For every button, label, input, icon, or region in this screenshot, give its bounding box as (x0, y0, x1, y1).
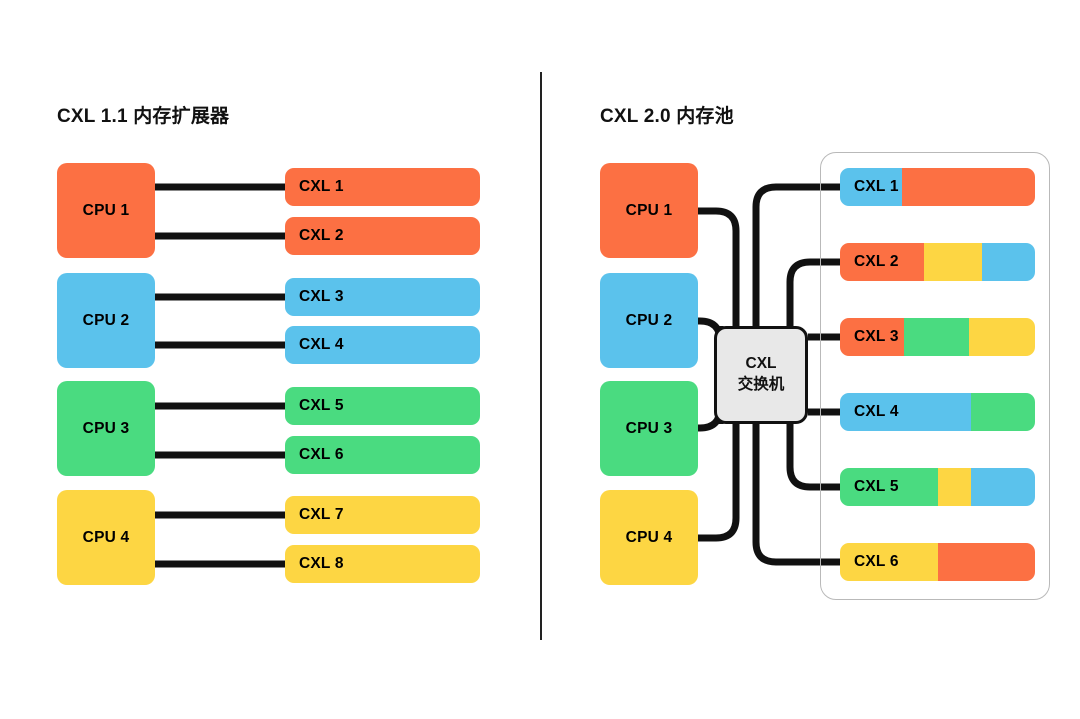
pool-cxl-device-2-segment-1 (840, 243, 924, 281)
left-cpu-box-4[interactable]: CPU 4 (57, 490, 155, 585)
pool-cxl-device-4-segment-2 (970, 393, 1035, 431)
pool-cxl-device-5-segment-1 (840, 468, 938, 506)
pool-cxl-device-3[interactable]: CXL 3 (840, 318, 1035, 356)
pool-cxl-device-3-segment-1 (840, 318, 905, 356)
left-cpu-box-3[interactable]: CPU 3 (57, 381, 155, 476)
left-cxl-device-label-2: CXL 2 (299, 227, 344, 244)
pool-cxl-device-1[interactable]: CXL 1 (840, 168, 1035, 206)
right-cpu-box-2[interactable]: CPU 2 (600, 273, 698, 368)
right-cpu-label-1: CPU 1 (625, 201, 673, 219)
wire-cpu4-to-switch (698, 424, 740, 542)
right-cpu-label-4: CPU 4 (625, 528, 673, 546)
pool-cxl-device-6[interactable]: CXL 6 (840, 543, 1035, 581)
left-cxl-device-label-7: CXL 7 (299, 506, 344, 523)
switch-label-line2: 交换机 (737, 376, 785, 393)
left-cxl-device-1[interactable]: CXL 1 (285, 168, 480, 206)
right-cpu-label-2: CPU 2 (625, 311, 673, 329)
left-cxl-device-8[interactable]: CXL 8 (285, 545, 480, 583)
panel-divider (540, 72, 542, 640)
left-cpu-label-4: CPU 4 (82, 528, 130, 546)
pool-cxl-device-2[interactable]: CXL 2 (840, 243, 1035, 281)
left-cxl-device-label-4: CXL 4 (299, 336, 344, 353)
pool-cxl-device-1-segment-2 (902, 168, 1035, 206)
right-cpu-box-4[interactable]: CPU 4 (600, 490, 698, 585)
diagram-canvas: CXL 1.1 内存扩展器 CXL 2.0 内存池 CPU 1 CPU 2 CPU … (0, 0, 1080, 719)
left-cxl-device-5[interactable]: CXL 5 (285, 387, 480, 425)
right-cpu-box-1[interactable]: CPU 1 (600, 163, 698, 258)
left-panel-title: CXL 1.1 内存扩展器 (57, 106, 230, 127)
left-cpu-label-2: CPU 2 (82, 311, 130, 329)
pool-cxl-device-2-segment-2 (923, 243, 983, 281)
pool-cxl-device-2-segment-3 (982, 243, 1035, 281)
left-cpu-box-1[interactable]: CPU 1 (57, 163, 155, 258)
pool-cxl-device-1-segment-1 (840, 168, 903, 206)
left-cxl-device-label-6: CXL 6 (299, 446, 344, 463)
pool-cxl-device-3-segment-2 (904, 318, 969, 356)
left-cxl-device-label-5: CXL 5 (299, 397, 344, 414)
left-cxl-device-3[interactable]: CXL 3 (285, 278, 480, 316)
pool-cxl-device-3-segment-3 (968, 318, 1035, 356)
switch-label-line1: CXL (745, 355, 777, 373)
left-cxl-device-4[interactable]: CXL 4 (285, 326, 480, 364)
left-cxl-device-label-8: CXL 8 (299, 555, 344, 572)
right-panel-title: CXL 2.0 内存池 (600, 106, 734, 127)
pool-cxl-device-5-segment-2 (937, 468, 971, 506)
pool-cxl-device-5-segment-3 (970, 468, 1035, 506)
left-cpu-label-3: CPU 3 (82, 419, 130, 437)
left-cpu-label-1: CPU 1 (82, 201, 130, 219)
pool-cxl-device-6-segment-1 (840, 543, 938, 581)
pool-cxl-device-6-segment-2 (937, 543, 1035, 581)
left-cxl-device-2[interactable]: CXL 2 (285, 217, 480, 255)
right-cpu-box-3[interactable]: CPU 3 (600, 381, 698, 476)
left-cxl-device-7[interactable]: CXL 7 (285, 496, 480, 534)
left-cpu-box-2[interactable]: CPU 2 (57, 273, 155, 368)
pool-cxl-device-4-segment-1 (840, 393, 971, 431)
pool-cxl-device-4[interactable]: CXL 4 (840, 393, 1035, 431)
left-cxl-device-6[interactable]: CXL 6 (285, 436, 480, 474)
left-cxl-device-label-3: CXL 3 (299, 288, 344, 305)
right-cpu-label-3: CPU 3 (625, 419, 673, 437)
wire-cpu1-to-switch (698, 207, 740, 326)
left-cxl-device-label-1: CXL 1 (299, 178, 344, 195)
pool-cxl-device-5[interactable]: CXL 5 (840, 468, 1035, 506)
memory-pool-frame (820, 152, 1050, 600)
cxl-switch-box[interactable]: CXL 交换机 (714, 326, 808, 424)
